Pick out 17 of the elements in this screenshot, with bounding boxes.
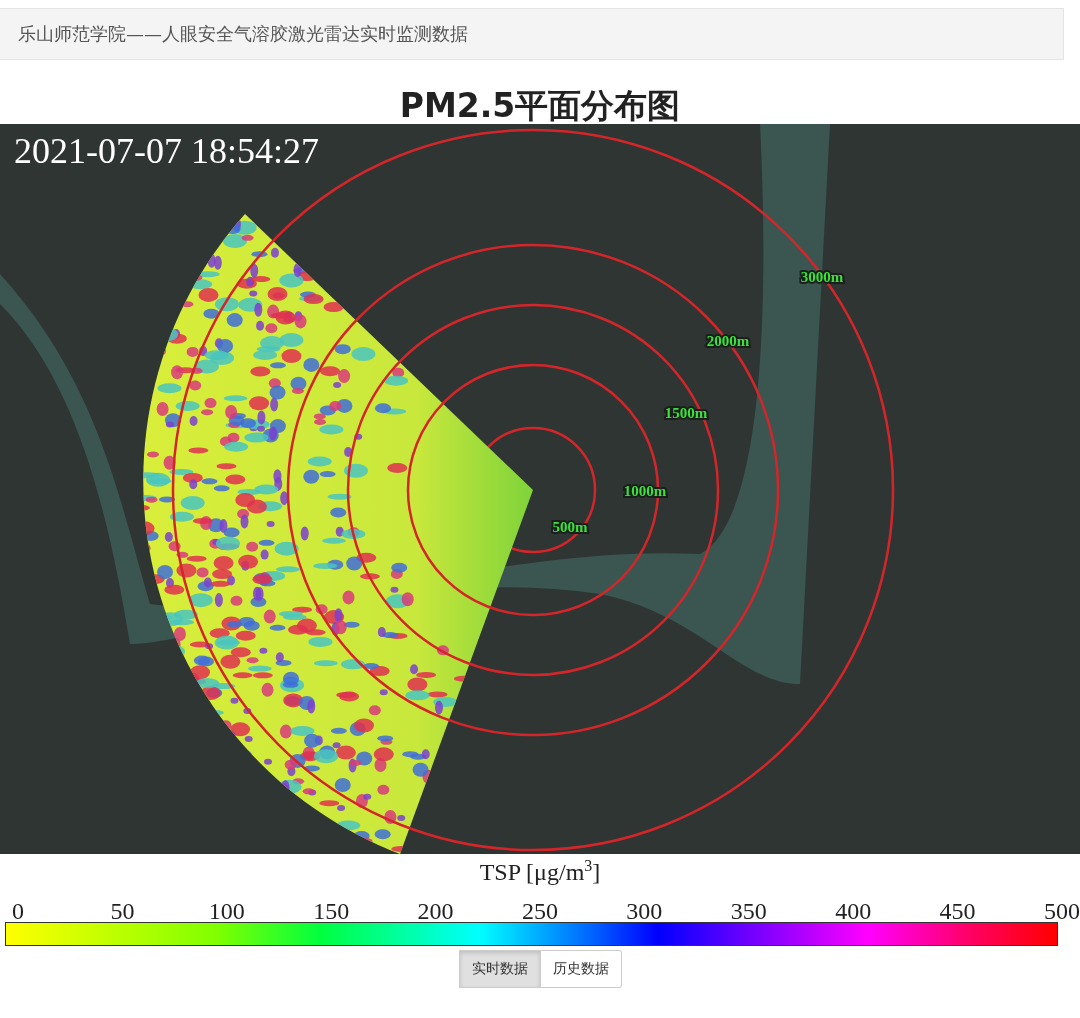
tick-label: 350 xyxy=(729,897,768,922)
tick-label: 400 xyxy=(834,897,873,922)
data-tab[interactable]: 历史数据 xyxy=(540,950,622,988)
tick-label: 450 xyxy=(938,897,977,922)
tick-label: 200 xyxy=(416,897,455,922)
tick-label: 150 xyxy=(312,897,351,922)
tick-label: 100 xyxy=(207,897,246,922)
tick-label: 50 xyxy=(109,897,136,922)
tick-label: 300 xyxy=(625,897,664,922)
tick-label: 500 xyxy=(1042,897,1080,922)
header-title: 乐山师范学院——人眼安全气溶胶激光雷达实时监测数据 xyxy=(18,22,468,46)
colorbar-title: TSP [μg/m$^{3}$] xyxy=(479,856,601,887)
tick-label: 250 xyxy=(520,897,559,922)
chart-title: PM2.5平面分布图 xyxy=(399,89,681,124)
timestamp: 2021-07-07 18:54:27 xyxy=(14,130,319,172)
data-tab[interactable]: 实时数据 xyxy=(458,950,541,988)
tick-label: 0 xyxy=(11,897,25,922)
